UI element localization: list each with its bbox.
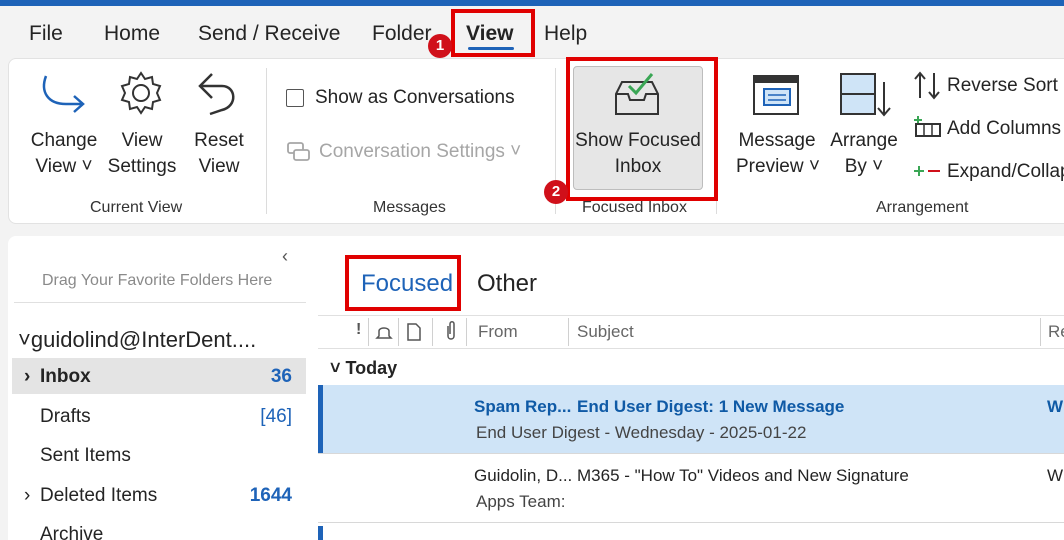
- reverse-sort-icon: [914, 71, 940, 100]
- expand-collapse-button[interactable]: Expand/Collap: [947, 161, 1064, 183]
- column-separator: [368, 318, 369, 346]
- column-header-row: [318, 315, 1064, 349]
- reverse-sort-button[interactable]: Reverse Sort: [947, 75, 1058, 97]
- focused-inbox-group-label: Focused Inbox: [582, 199, 687, 216]
- favorites-drop-hint: Drag Your Favorite Folders Here: [42, 272, 273, 289]
- undo-icon: [198, 73, 235, 116]
- message-preview-label-2: Preview ˅: [736, 156, 820, 177]
- annotation-box-view-tab: [451, 9, 535, 57]
- chevron-right-icon[interactable]: ›: [24, 366, 30, 388]
- column-subject[interactable]: Subject: [577, 322, 634, 342]
- account-header[interactable]: ˅guidolind@InterDent....: [18, 327, 256, 353]
- chevron-right-icon[interactable]: ›: [24, 485, 30, 507]
- menu-send-receive[interactable]: Send / Receive: [198, 22, 340, 46]
- account-name: guidolind@InterDent....: [30, 327, 257, 352]
- folder-label: Inbox: [40, 366, 91, 387]
- reset-view-label-1: Reset: [194, 130, 244, 151]
- change-view-icon: [42, 75, 85, 113]
- attachment-icon[interactable]: [444, 320, 458, 342]
- folder-archive[interactable]: Archive: [12, 516, 306, 540]
- message-date: W: [1047, 397, 1064, 416]
- annotation-badge-1: 1: [428, 34, 452, 58]
- change-view-label-1: Change: [30, 130, 98, 151]
- arrange-by-icon: [840, 73, 891, 117]
- row-divider: [318, 522, 1064, 523]
- expand-collapse-icon: [914, 166, 940, 176]
- chevron-down-icon: ˅: [330, 358, 346, 378]
- show-as-conversations-checkbox[interactable]: [286, 89, 304, 107]
- tab-other[interactable]: Other: [477, 270, 537, 298]
- view-settings-label-1: View: [121, 130, 163, 151]
- folder-sent-items[interactable]: Sent Items: [12, 437, 306, 473]
- unread-count: 36: [270, 366, 292, 387]
- add-columns-icon: [914, 116, 941, 137]
- reset-view-label-2: View: [198, 156, 240, 177]
- folder-label: Deleted Items: [40, 485, 158, 506]
- menu-file[interactable]: File: [29, 22, 63, 46]
- conversation-settings-icon: [287, 142, 310, 161]
- unread-indicator: [318, 526, 323, 540]
- importance-icon[interactable]: !: [356, 321, 361, 339]
- document-icon[interactable]: [405, 322, 423, 342]
- message-preview: End User Digest - Wednesday - 2025-01-22: [476, 423, 807, 442]
- column-separator: [1040, 318, 1041, 346]
- column-separator: [568, 318, 569, 346]
- add-columns-button[interactable]: Add Columns: [947, 118, 1061, 140]
- column-from[interactable]: From: [478, 322, 518, 342]
- column-received[interactable]: Re: [1048, 322, 1064, 342]
- folder-inbox[interactable]: › Inbox 36: [12, 358, 306, 394]
- annotation-box-show-focused-inbox: [566, 57, 718, 201]
- group-header-today[interactable]: ˅ Today: [330, 358, 397, 379]
- folder-label: Drafts: [40, 406, 91, 427]
- message-preview: Apps Team:: [476, 492, 566, 511]
- folder-label: Archive: [40, 524, 104, 540]
- arrange-by-label-1: Arrange: [830, 130, 898, 151]
- gear-icon: [120, 71, 162, 115]
- item-count: [46]: [260, 406, 292, 427]
- message-row[interactable]: [318, 454, 1064, 522]
- reminder-bell-icon[interactable]: [374, 322, 394, 342]
- chevron-down-icon: ˅: [18, 327, 31, 352]
- view-settings-button[interactable]: View Settings: [104, 128, 180, 180]
- pane-divider: [14, 302, 306, 303]
- message-sender: Spam Rep...: [474, 397, 572, 416]
- column-separator: [398, 318, 399, 346]
- folder-label: Sent Items: [40, 445, 131, 466]
- message-preview-button[interactable]: Message Preview ˅: [736, 128, 820, 180]
- arrange-by-button[interactable]: Arrange By ˅: [824, 128, 904, 180]
- folder-deleted-items[interactable]: › Deleted Items 1644: [12, 477, 306, 513]
- menu-home[interactable]: Home: [104, 22, 160, 46]
- view-settings-label-2: Settings: [107, 156, 177, 177]
- conversation-settings-button[interactable]: Conversation Settings ˅: [319, 141, 521, 163]
- menu-help[interactable]: Help: [544, 22, 587, 46]
- ribbon-separator: [266, 68, 267, 214]
- group-label: Today: [345, 358, 398, 378]
- message-preview-label-1: Message: [738, 130, 816, 151]
- column-separator: [432, 318, 433, 346]
- arrange-by-label-2: By ˅: [844, 156, 884, 177]
- message-preview-icon: [753, 75, 799, 115]
- reset-view-button[interactable]: Reset View: [186, 128, 252, 180]
- unread-count: 1644: [249, 485, 292, 506]
- message-date: W: [1047, 466, 1064, 485]
- change-view-button[interactable]: Change View ˅: [28, 128, 100, 180]
- annotation-box-focused-tab: [345, 255, 461, 311]
- message-sender: Guidolin, D...: [474, 466, 573, 485]
- show-as-conversations-label[interactable]: Show as Conversations: [315, 87, 515, 109]
- annotation-badge-2: 2: [544, 180, 568, 204]
- current-view-group-label: Current View: [90, 199, 183, 216]
- message-subject: End User Digest: 1 New Message: [577, 397, 845, 416]
- message-subject: M365 - "How To" Videos and New Signature: [577, 466, 909, 485]
- arrangement-group-label: Arrangement: [876, 199, 969, 216]
- messages-group-label: Messages: [373, 199, 446, 216]
- column-separator: [466, 318, 467, 346]
- collapse-folder-pane-button[interactable]: ‹: [282, 246, 288, 267]
- folder-drafts[interactable]: Drafts [46]: [12, 398, 306, 434]
- menu-folder[interactable]: Folder: [372, 22, 432, 46]
- change-view-label-2: View ˅: [35, 156, 93, 177]
